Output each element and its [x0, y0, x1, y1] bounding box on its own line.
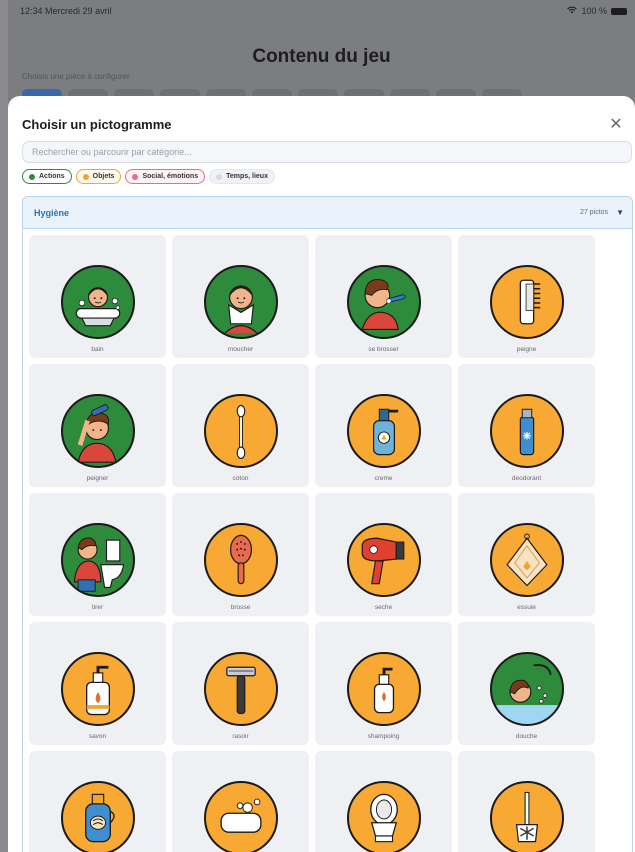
category-meta: 27 pictos ▼ — [580, 208, 624, 217]
comb-icon — [490, 265, 564, 339]
chip-actions[interactable]: Actions — [22, 169, 72, 184]
picto-label: creme — [374, 475, 393, 482]
chip-dot — [29, 173, 35, 180]
close-button[interactable]: ✕ — [607, 114, 625, 134]
picto-label: deodorant — [511, 475, 542, 482]
bath-icon — [61, 265, 135, 339]
chip-social[interactable]: Social, émotions — [125, 169, 206, 184]
picto-tile[interactable]: brosse — [172, 493, 309, 616]
deodorant-icon — [490, 394, 564, 468]
picto-label: douche — [515, 733, 538, 740]
category-count: 27 pictos — [580, 209, 609, 216]
category-section: Hygiène 27 pictos ▼ bain moucher se brosse… — [22, 196, 633, 852]
wifi-icon — [567, 6, 578, 16]
picto-label: seche — [374, 604, 393, 611]
shower-icon — [490, 652, 564, 726]
battery-percent: 100 % — [581, 6, 607, 16]
soap-pump-icon — [61, 652, 135, 726]
picto-label: shampoing — [367, 733, 400, 740]
cotton-swab-icon — [204, 394, 278, 468]
picto-label: peigner — [86, 475, 109, 482]
chip-objets[interactable]: Objets — [75, 169, 122, 184]
picto-tile[interactable]: tirer — [29, 493, 166, 616]
status-date: Mercredi 29 avril — [45, 6, 112, 16]
hair-dryer-icon — [347, 523, 421, 597]
picto-label: moucher — [227, 346, 254, 353]
razor-icon — [204, 652, 278, 726]
towel-icon — [490, 523, 564, 597]
category-header[interactable]: Hygiène 27 pictos ▼ — [23, 197, 632, 229]
picto-tile[interactable]: savon — [29, 622, 166, 745]
hairbrush-icon — [204, 523, 278, 597]
chip-dot — [82, 173, 89, 180]
picto-label: se brosser — [368, 346, 399, 353]
picto-label: rasoir — [232, 733, 249, 740]
category-name: Hygiène — [34, 207, 70, 218]
soap-bar-icon — [204, 781, 278, 852]
chip-label: Social, émotions — [142, 173, 199, 180]
toilet-brush-icon — [490, 781, 564, 852]
blow-nose-icon — [204, 265, 278, 339]
chip-dot — [216, 173, 223, 180]
picto-tile[interactable] — [315, 751, 452, 852]
picto-label: peigne — [516, 346, 537, 353]
cream-bottle-icon — [347, 394, 421, 468]
picto-label: tirer — [91, 604, 104, 611]
flush-toilet-icon — [61, 523, 135, 597]
sheet-header: Choisir un pictogramme ✕ — [22, 114, 625, 134]
picto-tile[interactable]: shampoing — [315, 622, 452, 745]
shampoo-icon — [347, 652, 421, 726]
picto-tile[interactable]: seche — [315, 493, 452, 616]
picto-tile[interactable]: coton — [172, 364, 309, 487]
category-filter-chips: Actions Objets Social, émotions Temps, l… — [22, 169, 275, 184]
picto-tile[interactable]: essuie — [458, 493, 595, 616]
bottle-icon — [61, 781, 135, 852]
chip-temps[interactable]: Temps, lieux — [209, 169, 275, 184]
picto-tile[interactable]: rasoir — [172, 622, 309, 745]
chip-dot — [132, 173, 139, 180]
picto-grid: bain moucher se brosser peigne peigner coton c… — [29, 235, 595, 852]
status-bar: 12:34 Mercredi 29 avril 100 % — [8, 0, 635, 22]
background-subtitle: Choisis une pièce à configurer — [22, 72, 130, 81]
picto-tile[interactable]: creme — [315, 364, 452, 487]
combing-hair-icon — [61, 394, 135, 468]
chip-label: Objets — [92, 173, 115, 180]
picto-tile[interactable]: peigne — [458, 235, 595, 358]
battery-icon — [611, 7, 627, 15]
picto-tile[interactable]: se brosser — [315, 235, 452, 358]
status-indicators: 100 % — [567, 6, 627, 16]
picto-label: savon — [88, 733, 107, 740]
brush-teeth-icon — [347, 265, 421, 339]
picto-tile[interactable]: douche — [458, 622, 595, 745]
status-time: 12:34 — [20, 6, 43, 16]
sheet-title: Choisir un pictogramme — [22, 116, 172, 132]
picto-label: brosse — [230, 604, 251, 611]
chip-label: Actions — [39, 173, 65, 180]
chip-label: Temps, lieux — [226, 173, 268, 180]
screen: 12:34 Mercredi 29 avril 100 % Contenu du… — [0, 0, 635, 852]
background-title: Contenu du jeu — [252, 46, 391, 67]
picto-tile[interactable] — [458, 751, 595, 852]
chevron-down-icon: ▼ — [616, 208, 624, 217]
picto-tile[interactable]: deodorant — [458, 364, 595, 487]
search-input[interactable] — [22, 141, 632, 163]
picto-tile[interactable]: bain — [29, 235, 166, 358]
picto-label: coton — [232, 475, 249, 482]
picto-tile[interactable]: peigner — [29, 364, 166, 487]
picto-tile[interactable] — [172, 751, 309, 852]
picto-label: essuie — [517, 604, 536, 611]
status-time-date: 12:34 Mercredi 29 avril — [20, 6, 112, 16]
picto-tile[interactable] — [29, 751, 166, 852]
picto-tile[interactable]: moucher — [172, 235, 309, 358]
toilet-icon — [347, 781, 421, 852]
picto-picker-sheet: Choisir un pictogramme ✕ Actions Objets … — [8, 96, 635, 852]
picto-label: bain — [91, 346, 104, 353]
